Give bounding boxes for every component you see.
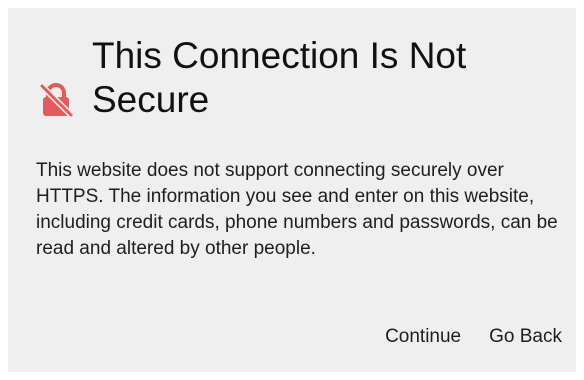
dialog-header: This Connection Is Not Secure bbox=[38, 34, 558, 144]
insecure-connection-dialog: This Connection Is Not Secure This websi… bbox=[8, 8, 576, 372]
continue-button[interactable]: Continue bbox=[385, 322, 461, 352]
dialog-message: This website does not support connecting… bbox=[36, 160, 558, 259]
unlocked-warning-icon bbox=[38, 82, 74, 118]
dialog-actions: Continue Go Back bbox=[385, 322, 562, 352]
go-back-button[interactable]: Go Back bbox=[489, 322, 562, 352]
dialog-title: This Connection Is Not Secure bbox=[92, 35, 467, 120]
